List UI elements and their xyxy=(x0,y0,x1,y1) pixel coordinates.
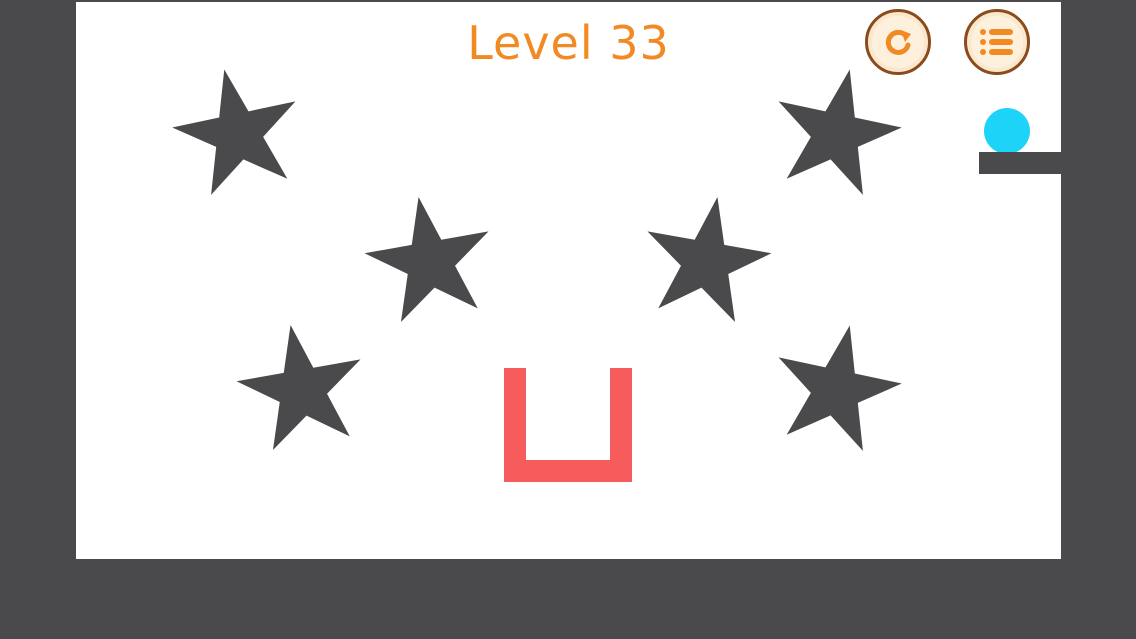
game-stage[interactable]: Level 33 xyxy=(76,2,1061,559)
star-obstacle-6 xyxy=(778,325,902,451)
star-obstacle-5 xyxy=(236,325,361,450)
star-obstacle-2 xyxy=(778,69,902,195)
restart-icon xyxy=(885,29,911,55)
menu-button-face xyxy=(971,16,1023,68)
star-obstacle-4 xyxy=(647,197,772,322)
menu-button[interactable] xyxy=(964,9,1030,75)
star-obstacle-1 xyxy=(172,69,296,195)
ledge xyxy=(979,152,1061,174)
star-obstacle-3 xyxy=(364,197,489,322)
cup-target xyxy=(504,368,632,482)
restart-button-face xyxy=(872,16,924,68)
ball xyxy=(984,108,1030,154)
menu-list-icon xyxy=(980,29,1013,55)
